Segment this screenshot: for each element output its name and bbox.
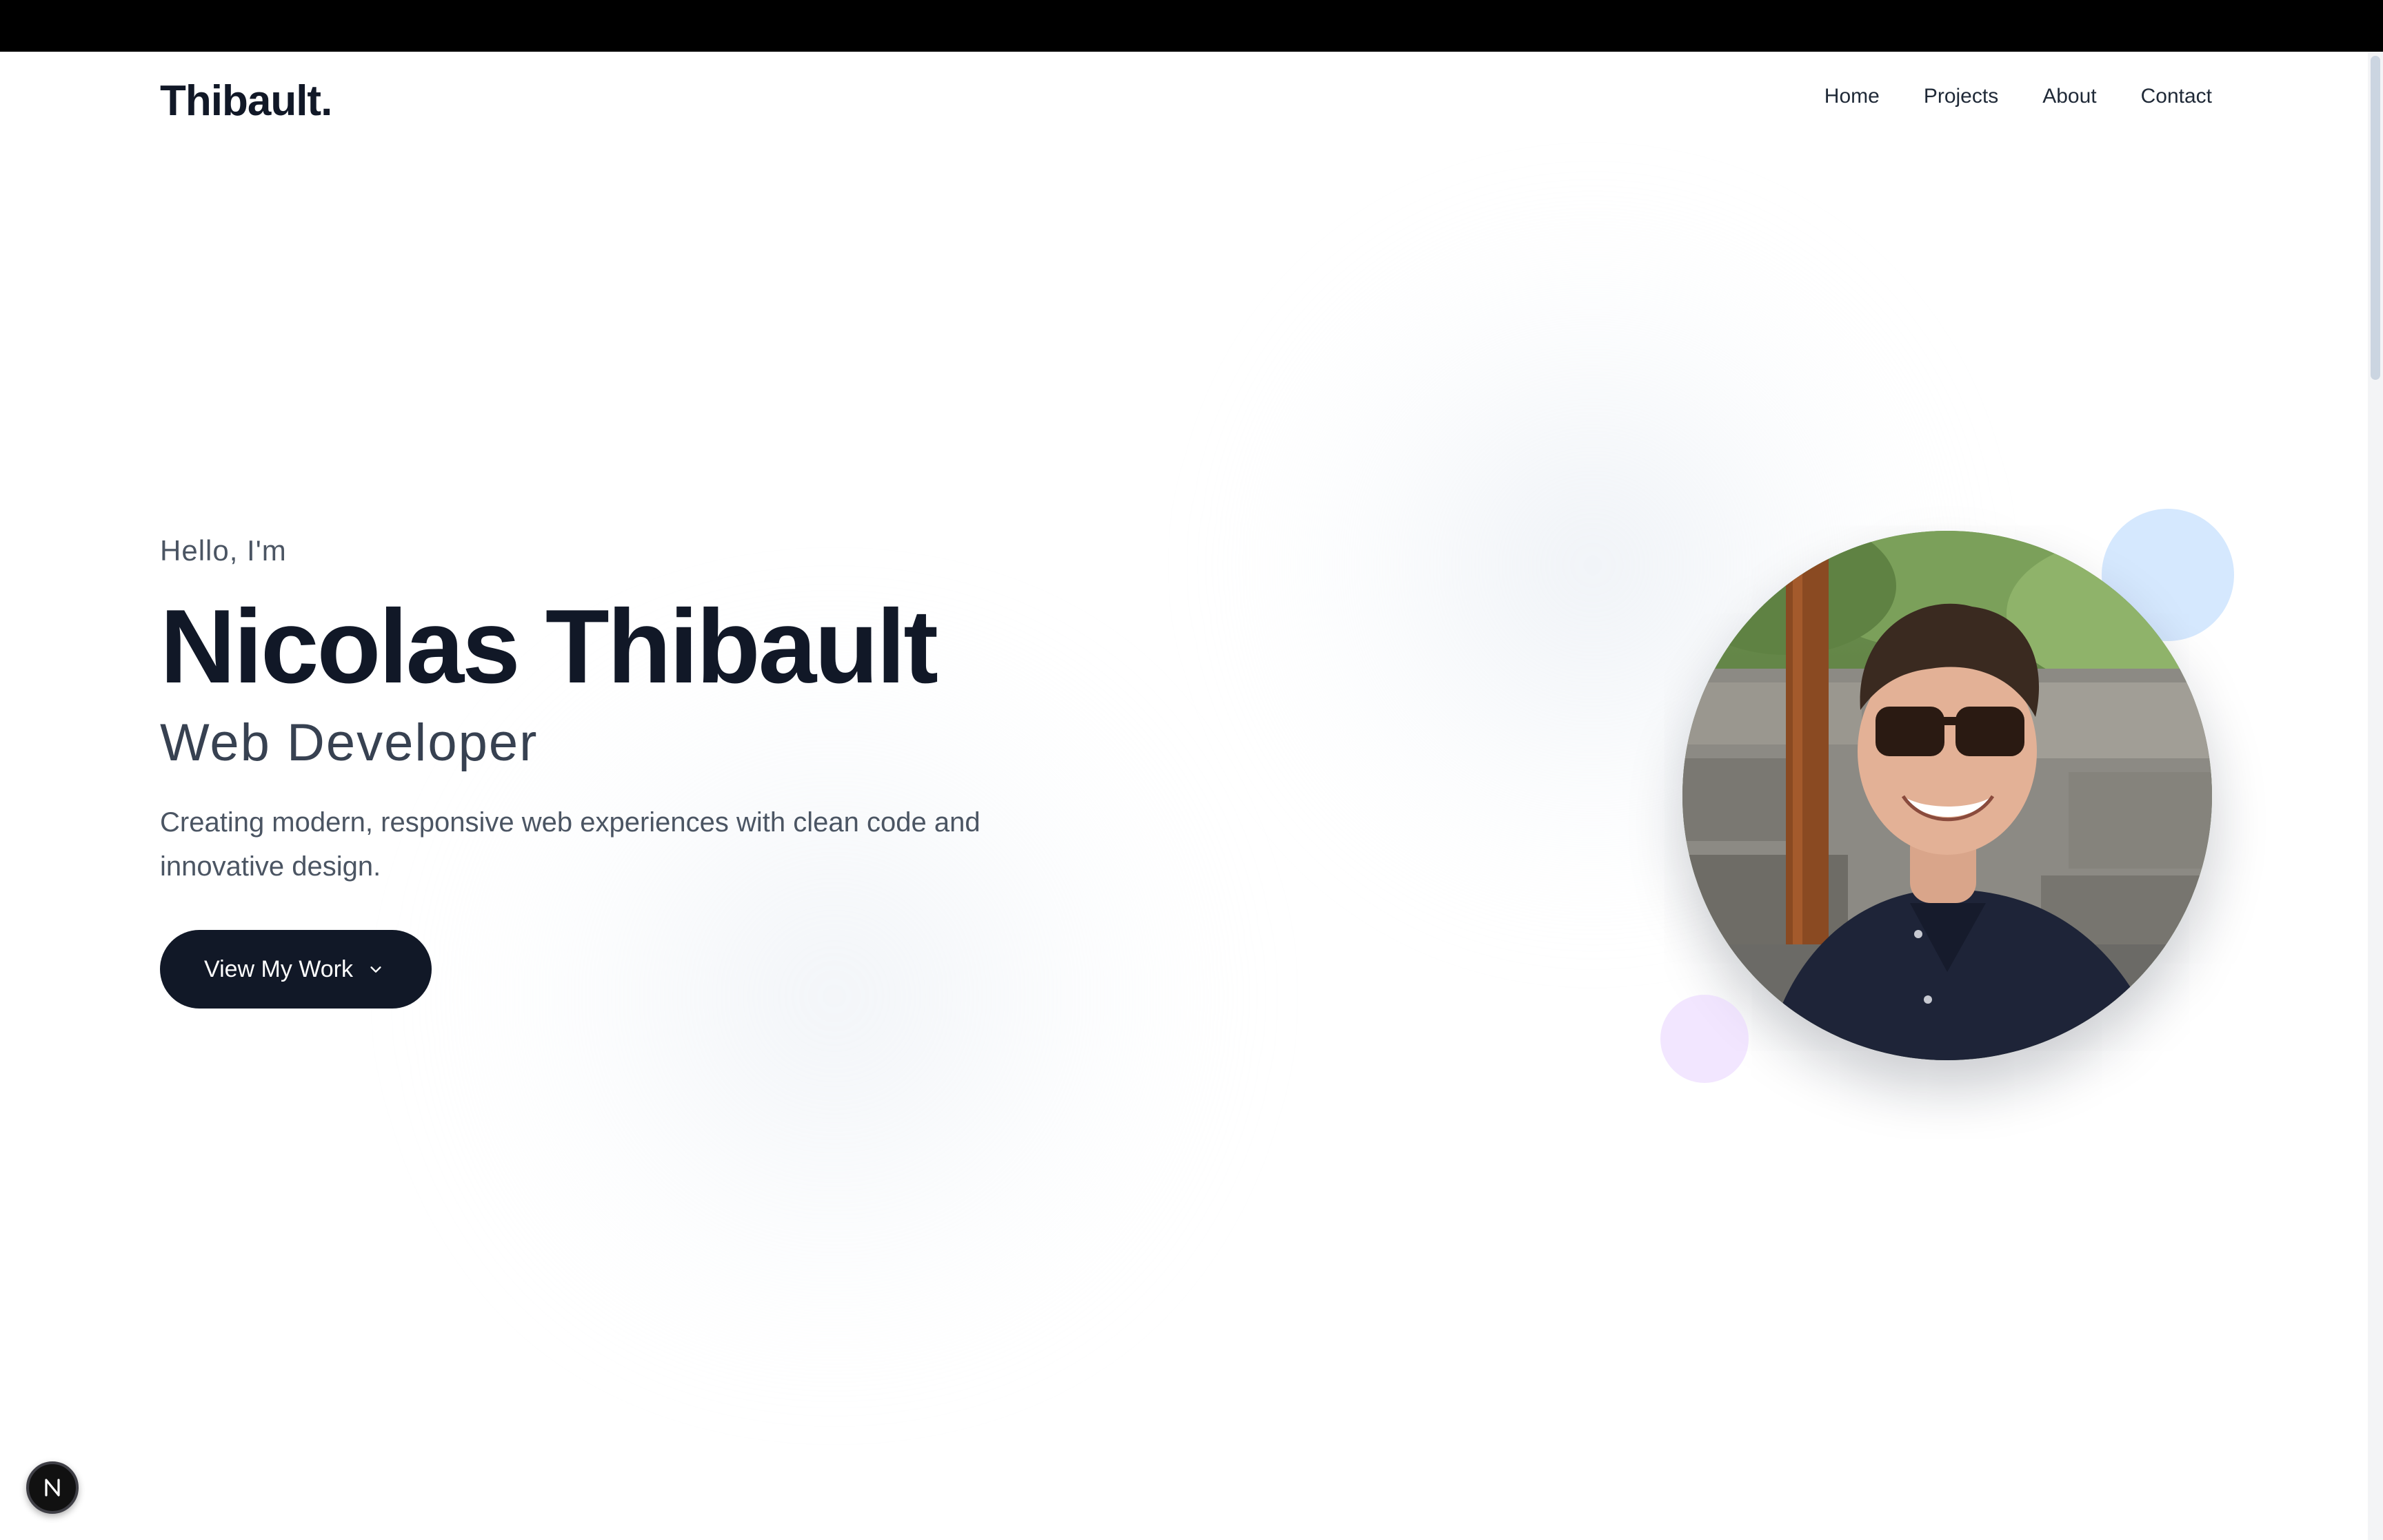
site-header: Thibault. Home Projects About Contact [0,52,2383,144]
hero-tagline-line: Creating modern, responsive web experien… [160,807,981,838]
page-scrollbar[interactable] [2368,52,2383,1540]
next-dev-badge[interactable] [26,1461,79,1514]
hero-greeting: Hello, I'm [160,534,287,567]
view-my-work-button[interactable]: View My Work [160,930,432,1009]
main-nav: Home Projects About Contact [1824,85,2212,108]
view-my-work-label: View My Work [204,955,354,982]
hero-name: Nicolas Thibault [160,588,938,705]
page: Thibault. Home Projects About Contact He… [0,52,2383,1540]
hero-role: Web Developer [160,713,539,773]
profile-photo-illustration [1682,531,2212,1060]
hero-tagline-line: innovative design. [160,851,381,882]
scrollbar-thumb[interactable] [2371,56,2380,380]
next-logo-icon [45,1479,60,1497]
nav-link-contact[interactable]: Contact [2141,85,2212,108]
nav-link-about[interactable]: About [2042,85,2096,108]
hero-tagline: Creating modern, responsive web experien… [160,800,1098,889]
site-logo[interactable]: Thibault. [160,77,332,125]
nav-link-home[interactable]: Home [1824,85,1880,108]
profile-photo [1682,531,2212,1060]
nav-link-projects[interactable]: Projects [1924,85,1998,108]
hero-section: Hello, I'm Nicolas Thibault Web Develope… [160,534,1263,1009]
browser-top-bar [0,0,2383,52]
decorative-circle-purple [1660,995,1749,1083]
chevron-down-icon [370,966,381,973]
